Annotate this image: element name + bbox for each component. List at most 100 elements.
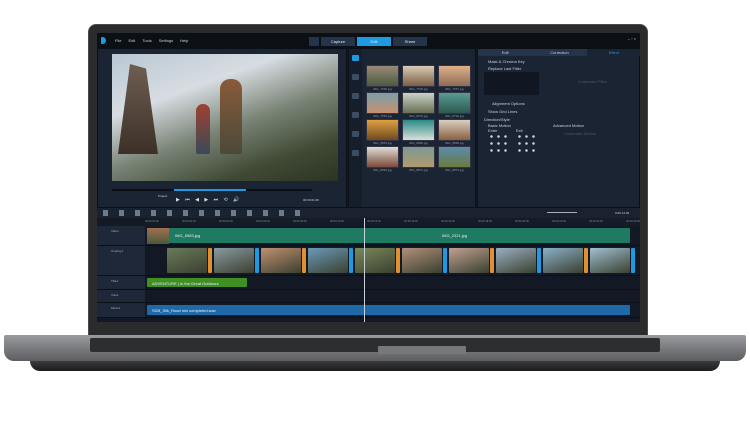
transition-marker[interactable] xyxy=(490,248,494,273)
play-mode[interactable]: Project xyxy=(158,194,167,198)
instant-project-icon[interactable] xyxy=(352,74,359,80)
options-tab-effect[interactable]: Effect xyxy=(586,49,640,56)
track-name: Title1 xyxy=(111,279,119,283)
mask-chroma-key[interactable]: Mask & Chroma Key xyxy=(488,59,525,64)
track-video: Video IMG_5983.jpg IMG_2321.jpg xyxy=(97,226,640,246)
library-panel: IMG_7535.jpg IMG_7536.jpg IMG_7567.jpg IMG_… xyxy=(348,48,476,208)
show-grid-lines-checkbox[interactable]: Show Grid Lines xyxy=(488,109,517,114)
media-item[interactable]: IMG_8670.jpg xyxy=(402,92,435,118)
timeline-toolbar: 0:00:14:00 xyxy=(97,208,640,218)
overlay-clip[interactable] xyxy=(261,248,301,273)
home-button[interactable] xyxy=(309,37,319,46)
playhead[interactable] xyxy=(364,218,365,322)
timeline-tools[interactable] xyxy=(103,210,303,216)
media-name: IMG_7536.jpg xyxy=(409,87,428,91)
overlay-clip[interactable] xyxy=(214,248,254,273)
track-header[interactable]: Title1 xyxy=(97,276,145,289)
overlay-clip[interactable] xyxy=(590,248,630,273)
title-icon[interactable] xyxy=(352,93,359,99)
transition-marker[interactable] xyxy=(302,248,306,273)
media-name: IMG_7567.jpg xyxy=(445,87,464,91)
window-controls[interactable]: – ▫ × xyxy=(628,36,636,41)
options-panel: Edit Correction Effect Mask & Chroma Key R… xyxy=(477,48,640,208)
overlay-clip[interactable] xyxy=(496,248,536,273)
overlay-clip[interactable] xyxy=(543,248,583,273)
overlay-clip[interactable] xyxy=(449,248,489,273)
track-header[interactable]: Overlay1 xyxy=(97,246,145,275)
media-icon[interactable] xyxy=(352,55,359,61)
media-name: IMG_8868.jpg xyxy=(445,141,464,145)
tab-edit[interactable]: Edit xyxy=(357,37,391,46)
options-tab-correction[interactable]: Correction xyxy=(532,49,587,56)
transition-marker[interactable] xyxy=(443,248,447,273)
scrubber[interactable] xyxy=(112,189,312,191)
customize-filter-button[interactable]: Customize Filter xyxy=(578,79,607,84)
menu-edit[interactable]: Edit xyxy=(128,38,135,43)
track-name: Video xyxy=(111,229,119,233)
track-title1: Title1 ADVENTURE | In the Great Outdoors xyxy=(97,276,640,290)
overlay-clip[interactable] xyxy=(355,248,395,273)
music-clip[interactable] xyxy=(147,305,630,315)
options-tab-edit[interactable]: Edit xyxy=(478,49,533,56)
player-timecode[interactable]: 00:00:01:08 xyxy=(303,198,319,202)
customize-motion-button[interactable]: Customize Motion xyxy=(564,131,596,136)
track-header[interactable]: Music1 xyxy=(97,303,145,317)
media-item[interactable]: IMG_7536.jpg xyxy=(402,65,435,91)
playback-controls[interactable]: ▶ ⏮ ◀ ▶ ⏭ ⟲ 🔊 xyxy=(176,197,241,203)
media-name: IMG_8873.jpg xyxy=(445,168,464,172)
transition-marker[interactable] xyxy=(396,248,400,273)
tab-capture[interactable]: Capture xyxy=(321,37,355,46)
media-name: IMG_8670.jpg xyxy=(409,114,428,118)
graphics-icon[interactable] xyxy=(352,112,359,118)
media-item[interactable]: IMG_8873.jpg xyxy=(438,146,471,172)
track-voice: Voice xyxy=(97,290,640,303)
transition-marker[interactable] xyxy=(349,248,353,273)
media-thumbnail xyxy=(402,146,435,168)
media-item[interactable]: IMG_7567.jpg xyxy=(438,65,471,91)
advanced-motion-radio[interactable]: Advanced Motion xyxy=(553,123,584,128)
timeline-ruler[interactable]: 00:00:00:00 00:00:02:00 00:00:04:00 00:00:0… xyxy=(145,218,640,226)
clip-thumbnail xyxy=(147,228,169,244)
media-item[interactable]: IMG_7562.jpg xyxy=(366,92,399,118)
laptop-bottom xyxy=(30,361,720,371)
video-clip-bar[interactable] xyxy=(147,228,630,243)
media-item[interactable]: IMG_7535.jpg xyxy=(366,65,399,91)
tab-share[interactable]: Share xyxy=(393,37,427,46)
overlay-clip[interactable] xyxy=(402,248,442,273)
menu-tools[interactable]: Tools xyxy=(142,38,151,43)
exit-direction-grid[interactable] xyxy=(516,133,538,155)
transition-marker[interactable] xyxy=(255,248,259,273)
transition-marker[interactable] xyxy=(208,248,212,273)
media-item[interactable]: IMG_8720.jpg xyxy=(438,92,471,118)
media-name: IMG_7535.jpg xyxy=(373,87,392,91)
alignment-options[interactable]: Alignment Options xyxy=(492,101,525,106)
transition-marker[interactable] xyxy=(631,248,635,273)
zoom-slider[interactable] xyxy=(547,212,577,213)
track-name: Voice xyxy=(111,293,119,297)
menu-settings[interactable]: Settings xyxy=(159,38,173,43)
media-thumbnail xyxy=(366,119,399,141)
overlay-clip[interactable] xyxy=(308,248,348,273)
media-grid: IMG_7535.jpg IMG_7536.jpg IMG_7567.jpg IMG_… xyxy=(366,65,476,172)
media-name: IMG_8720.jpg xyxy=(445,114,464,118)
track-header[interactable]: Video xyxy=(97,226,145,245)
media-item[interactable]: IMG_8853.jpg xyxy=(366,119,399,145)
transition-marker[interactable] xyxy=(537,248,541,273)
media-item[interactable]: IMG_8860.jpg xyxy=(402,119,435,145)
timeline-timecode[interactable]: 0:00:14:00 xyxy=(615,211,629,215)
overlay-clip[interactable] xyxy=(167,248,207,273)
enter-direction-grid[interactable] xyxy=(488,133,510,155)
media-item[interactable]: IMG_8872.jpg xyxy=(402,146,435,172)
track-overlay1: Overlay1 xyxy=(97,246,640,276)
media-item[interactable]: IMG_8991.jpg xyxy=(366,146,399,172)
preview-video[interactable] xyxy=(112,54,338,181)
menu-file[interactable]: File xyxy=(115,38,121,43)
replace-last-filter-checkbox[interactable]: Replace Last Filter xyxy=(488,66,521,71)
transition-icon[interactable] xyxy=(352,150,359,156)
transition-marker[interactable] xyxy=(584,248,588,273)
media-thumbnail xyxy=(402,119,435,141)
menu-help[interactable]: Help xyxy=(180,38,188,43)
fx-icon[interactable] xyxy=(352,131,359,137)
track-header[interactable]: Voice xyxy=(97,290,145,302)
media-item[interactable]: IMG_8868.jpg xyxy=(438,119,471,145)
